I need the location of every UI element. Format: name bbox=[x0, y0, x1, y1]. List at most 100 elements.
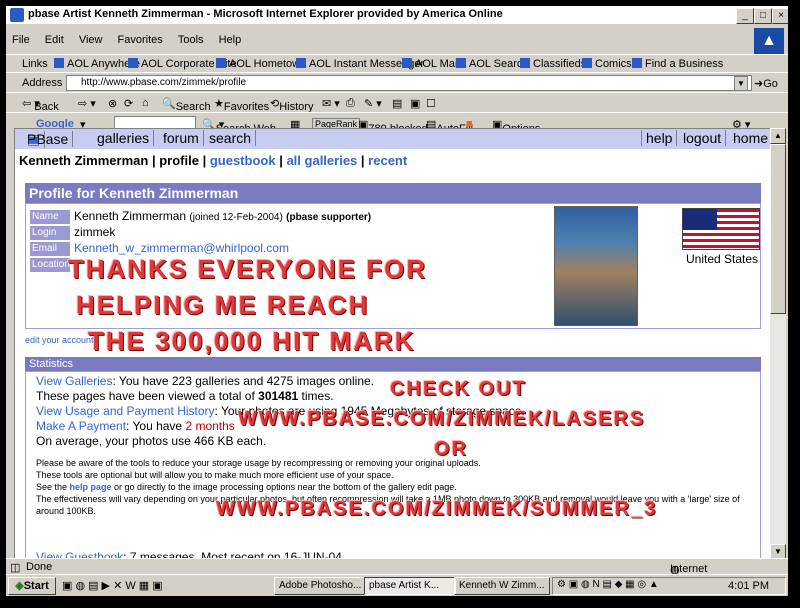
address-input[interactable]: http://www.pbase.com/zimmek/profile bbox=[66, 75, 752, 91]
breadcrumb: Kenneth Zimmerman | profile | guestbook … bbox=[19, 153, 408, 168]
help-page-link[interactable]: help page bbox=[70, 482, 112, 492]
nav-search[interactable]: search bbox=[205, 130, 257, 146]
navigation-toolbar: ⇦ Back ▾ ⇨ ▾ ⊗ ⟳ ⌂ 🔍 Search ★ Favorites ⟲ H… bbox=[6, 92, 788, 113]
menu-favorites[interactable]: Favorites bbox=[112, 32, 169, 48]
discuss-icon[interactable]: ▤ bbox=[392, 97, 402, 110]
vertical-scrollbar[interactable]: ▲ ▼ bbox=[770, 128, 786, 560]
windows-logo-icon: ◈ bbox=[15, 580, 24, 592]
aol-icon bbox=[582, 58, 592, 68]
scroll-up-icon[interactable]: ▲ bbox=[770, 128, 786, 144]
link-aol-search[interactable]: AOL Search bbox=[456, 58, 529, 70]
make-payment-link[interactable]: Make A Payment bbox=[36, 419, 126, 433]
maximize-button[interactable]: □ bbox=[754, 8, 772, 24]
overlay-thanks-line1: THANKS EVERYONE FOR bbox=[68, 254, 428, 284]
links-label: Links bbox=[22, 58, 48, 70]
aol-icon bbox=[456, 58, 466, 68]
name-label: Name bbox=[30, 210, 70, 224]
ie-icon bbox=[10, 8, 24, 22]
note-line-2: These tools are optional but will allow … bbox=[36, 470, 394, 480]
nav-help[interactable]: help bbox=[641, 130, 678, 146]
payment-line: Make A Payment: You have 2 months bbox=[36, 419, 235, 433]
clock: 4:01 PM bbox=[728, 580, 769, 592]
back-button[interactable]: ⇦ Back ▾ bbox=[22, 97, 59, 113]
nav-home[interactable]: home bbox=[729, 130, 771, 146]
tray-icons[interactable]: ⚙ ▣ ◍ N ▤ ◆ ▦ ◎ ▲ bbox=[557, 579, 659, 590]
aol-logo-icon: ▲ bbox=[754, 28, 784, 54]
link-find-business[interactable]: Find a Business bbox=[632, 58, 723, 70]
menu-view[interactable]: View bbox=[73, 32, 109, 48]
link-aol-mail[interactable]: AOL Mail bbox=[402, 58, 460, 70]
go-button[interactable]: ➜Go bbox=[754, 77, 778, 90]
task-kenneth[interactable]: Kenneth W Zimm... bbox=[454, 577, 550, 595]
link-comics[interactable]: Comics bbox=[582, 58, 632, 70]
menu-edit[interactable]: Edit bbox=[39, 32, 70, 48]
overlay-thanks-line2: HELPING ME REACH bbox=[76, 290, 370, 320]
profile-header: Profile for Kenneth Zimmerman bbox=[25, 183, 761, 203]
email-link[interactable]: Kenneth_w_zimmerman@whirlpool.com bbox=[74, 241, 289, 255]
history-button[interactable]: ⟲ History bbox=[270, 97, 313, 113]
refresh-icon[interactable]: ⟳ bbox=[124, 97, 133, 110]
login-label: Login bbox=[30, 226, 70, 240]
aol-icon bbox=[216, 58, 226, 68]
view-galleries-link[interactable]: View Galleries bbox=[36, 374, 112, 388]
mail-icon[interactable]: ✉ ▾ bbox=[322, 97, 340, 110]
link-classifieds[interactable]: Classifieds bbox=[520, 58, 586, 70]
scroll-thumb[interactable] bbox=[770, 144, 786, 314]
us-flag-icon bbox=[682, 208, 760, 250]
login-value: zimmek bbox=[74, 225, 116, 239]
status-text: Done bbox=[26, 561, 53, 573]
edit-account-link[interactable]: edit your account bbox=[25, 335, 94, 345]
overlay-summer-url: WWW.PBASE.COM/ZIMMEK/SUMMER_3 bbox=[216, 498, 658, 520]
galleries-line: View Galleries: You have 223 galleries a… bbox=[36, 374, 375, 388]
print-icon[interactable]: ⎙ bbox=[346, 97, 355, 110]
research-icon[interactable]: ☐ bbox=[426, 97, 436, 110]
nav-galleries[interactable]: galleries bbox=[93, 130, 155, 146]
browser-window: pbase Artist Kenneth Zimmerman - Microso… bbox=[6, 6, 788, 596]
status-bar: ◫ Done ◍ Internet bbox=[6, 558, 788, 576]
average-line: On average, your photos use 466 KB each. bbox=[36, 434, 267, 448]
aol-icon bbox=[128, 58, 138, 68]
crumb-all-galleries[interactable]: all galleries bbox=[286, 153, 357, 168]
aol-icon bbox=[520, 58, 530, 68]
overlay-or: OR bbox=[434, 438, 468, 460]
start-button[interactable]: ◈Start bbox=[8, 577, 56, 595]
overlay-check-out: CHECK OUT bbox=[390, 378, 527, 400]
close-button[interactable]: × bbox=[772, 8, 788, 24]
nav-forum[interactable]: forum bbox=[159, 130, 204, 146]
aol-icon bbox=[54, 58, 64, 68]
quicklaunch-icons[interactable]: ▣ ◍ ▤ ▶ ✕ W ▦ ▣ bbox=[62, 579, 163, 592]
crumb-guestbook[interactable]: guestbook bbox=[210, 153, 276, 168]
usage-history-link[interactable]: View Usage and Payment History bbox=[36, 404, 215, 418]
task-pbase[interactable]: pbase Artist K... bbox=[364, 577, 456, 595]
nav-logout[interactable]: logout bbox=[679, 130, 727, 146]
menu-file[interactable]: File bbox=[6, 32, 36, 48]
search-button[interactable]: 🔍 Search bbox=[162, 97, 211, 113]
window-title: pbase Artist Kenneth Zimmerman - Microso… bbox=[28, 8, 503, 20]
overlay-thanks-line3: THE 300,000 HIT MARK bbox=[88, 326, 416, 356]
email-label: Email bbox=[30, 242, 70, 256]
aol-icon bbox=[296, 58, 306, 68]
address-label: Address bbox=[22, 77, 63, 89]
note-line-3: See the help page or go directly to the … bbox=[36, 482, 457, 492]
crumb-recent[interactable]: recent bbox=[368, 153, 407, 168]
address-dropdown-icon[interactable]: ▼ bbox=[734, 76, 748, 91]
favorites-button[interactable]: ★ Favorites bbox=[214, 97, 269, 113]
link-aol-hometown[interactable]: AOL Hometown bbox=[216, 58, 306, 70]
aol-icon bbox=[632, 58, 642, 68]
edit-icon[interactable]: ✎ ▾ bbox=[364, 97, 382, 110]
stop-icon[interactable]: ⊗ bbox=[108, 97, 117, 110]
statistics-header: Statistics bbox=[25, 357, 761, 371]
overlay-lasers-url: WWW.PBASE.COM/ZIMMEK/LASERS bbox=[238, 408, 646, 430]
title-bar: pbase Artist Kenneth Zimmerman - Microso… bbox=[6, 6, 788, 24]
menu-tools[interactable]: Tools bbox=[172, 32, 210, 48]
home-icon[interactable]: ⌂ bbox=[142, 97, 149, 109]
pbase-nav: ▣ PBase galleries forum search help logo… bbox=[15, 129, 771, 149]
menu-bar: File Edit View Favorites Tools Help bbox=[6, 32, 788, 50]
forward-icon[interactable]: ⇨ ▾ bbox=[78, 97, 96, 110]
messenger-icon[interactable]: ▣ bbox=[410, 97, 420, 110]
crumb-name: Kenneth Zimmerman bbox=[19, 153, 149, 168]
links-bar: Links AOL Anywhere AOL Corporate Site AO… bbox=[6, 54, 788, 73]
minimize-button[interactable]: _ bbox=[736, 8, 754, 24]
menu-help[interactable]: Help bbox=[213, 32, 248, 48]
task-photoshop[interactable]: Adobe Photosho... bbox=[274, 577, 366, 595]
